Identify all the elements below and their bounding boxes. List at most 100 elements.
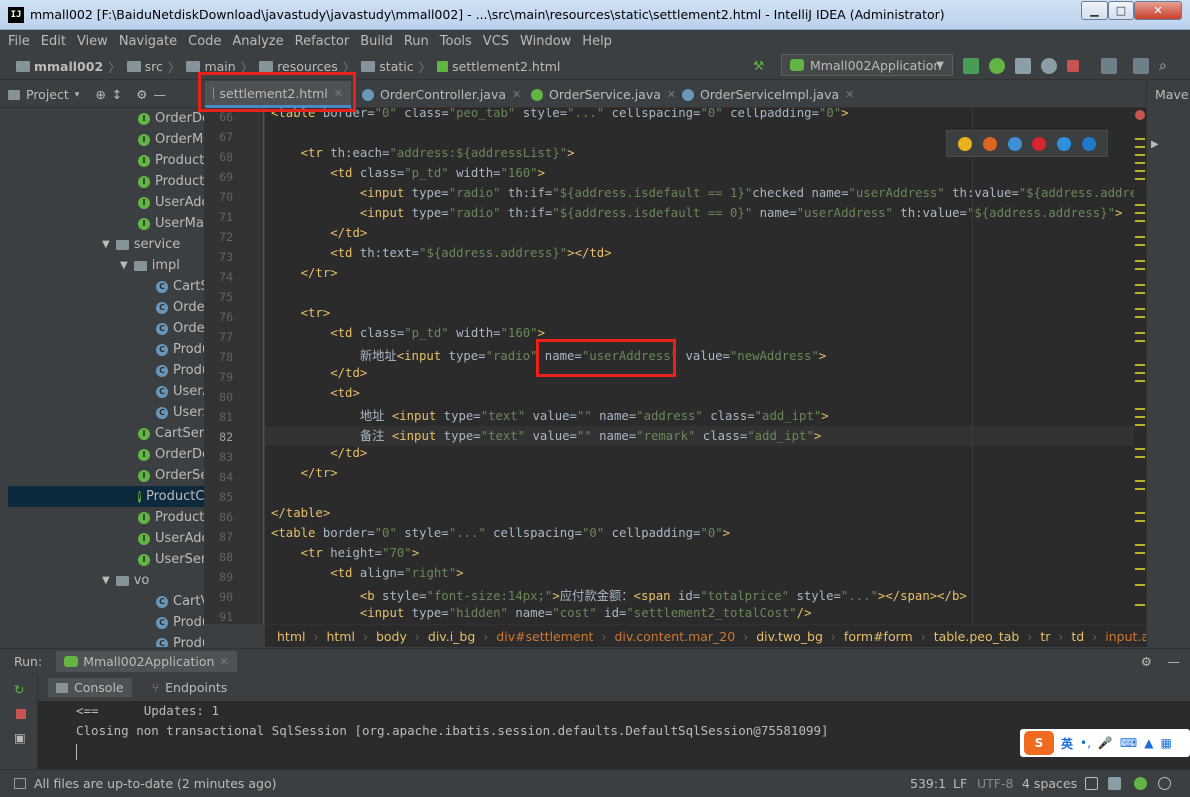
nav-crumb-project[interactable]: mmall002 〉	[16, 57, 121, 76]
profile-icon[interactable]	[1041, 58, 1057, 74]
code-line[interactable]: <td th:text="${address.address}"></td>	[271, 246, 611, 266]
code-line[interactable]: <input type="hidden" name="cost" id="set…	[271, 606, 812, 624]
git-status-icon[interactable]	[1134, 777, 1147, 790]
code-editor[interactable]: <table border="0" class="peo_tab" style=…	[265, 108, 1134, 624]
close-button[interactable]: ✕	[1134, 1, 1182, 20]
gear-icon[interactable]: ⚙	[136, 87, 147, 102]
menu-code[interactable]: Code	[188, 34, 221, 49]
stop-icon[interactable]	[16, 709, 26, 719]
code-line[interactable]: 地址 <input type="text" value="" name="add…	[271, 406, 829, 426]
warning-marker[interactable]	[1135, 364, 1145, 366]
warning-marker[interactable]	[1135, 220, 1145, 222]
code-crumb[interactable]: div.content.mar_20	[614, 629, 735, 644]
code-line[interactable]: <td>	[271, 386, 360, 406]
close-icon[interactable]: ✕	[512, 88, 521, 101]
tree-item[interactable]: ▼ vo	[102, 570, 149, 591]
warning-marker[interactable]	[1135, 162, 1145, 164]
code-line[interactable]: <input type="radio" th:if="${address.isd…	[271, 186, 1134, 206]
edge-icon[interactable]	[1081, 136, 1096, 151]
lock-icon[interactable]	[1085, 777, 1098, 790]
tab-console[interactable]: Console	[48, 678, 132, 697]
code-line[interactable]: <b style="font-size:14px;">应付款金额：<span i…	[271, 586, 967, 606]
menu-tools[interactable]: Tools	[440, 34, 472, 49]
menu-view[interactable]: View	[77, 34, 108, 49]
camera-icon[interactable]: ▣	[14, 730, 26, 745]
menu-window[interactable]: Window	[520, 34, 571, 49]
ie-icon[interactable]	[1056, 136, 1071, 151]
file-encoding[interactable]: UTF-8	[977, 776, 1013, 791]
warning-marker[interactable]	[1135, 308, 1145, 310]
warning-marker[interactable]	[1135, 244, 1145, 246]
warning-marker[interactable]	[1135, 480, 1145, 482]
warning-marker[interactable]	[1135, 146, 1145, 148]
punctuation-icon[interactable]: •,	[1080, 736, 1091, 750]
code-crumb[interactable]: td	[1071, 629, 1084, 644]
warning-marker[interactable]	[1135, 340, 1145, 342]
stop-icon[interactable]	[1067, 60, 1079, 72]
code-line[interactable]: <td align="right">	[271, 566, 463, 586]
skin-icon[interactable]: ▲	[1144, 736, 1153, 750]
code-line[interactable]: </tr>	[271, 266, 338, 286]
nav-crumb-static[interactable]: static 〉	[361, 57, 431, 76]
expand-triangle-icon[interactable]: ▶	[1151, 139, 1159, 150]
warning-marker[interactable]	[1135, 544, 1145, 546]
code-line[interactable]: </tr>	[271, 466, 338, 486]
tree-item[interactable]: ▼ impl	[120, 255, 180, 276]
code-line[interactable]: <input type="radio" th:if="${address.isd…	[271, 206, 1123, 226]
microphone-icon[interactable]: 🎤	[1098, 736, 1113, 750]
warning-marker[interactable]	[1135, 584, 1145, 586]
warning-marker[interactable]	[1135, 178, 1145, 180]
code-line[interactable]: </td>	[271, 446, 367, 466]
event-log-icon[interactable]	[1158, 777, 1171, 790]
warning-marker[interactable]	[1135, 520, 1145, 522]
minimize-button[interactable]: ▁	[1081, 1, 1108, 20]
tool-windows-icon[interactable]	[14, 778, 26, 789]
search-icon[interactable]: ⌕	[1159, 58, 1175, 74]
warning-marker[interactable]	[1135, 212, 1145, 214]
tab-ordercontroller-java[interactable]: OrderController.java ✕	[354, 81, 529, 108]
warning-marker[interactable]	[1135, 332, 1145, 334]
firefox-icon[interactable]	[982, 136, 997, 151]
code-crumb[interactable]: tr	[1040, 629, 1050, 644]
menu-refactor[interactable]: Refactor	[295, 34, 350, 49]
warning-marker[interactable]	[1135, 448, 1145, 450]
opera-icon[interactable]	[1032, 136, 1047, 151]
hide-icon[interactable]: —	[154, 87, 167, 102]
code-line[interactable]: <tr>	[271, 306, 331, 326]
nav-crumb-file[interactable]: settlement2.html	[437, 59, 560, 74]
code-crumb[interactable]: div.two_bg	[756, 629, 823, 644]
warning-marker[interactable]	[1135, 268, 1145, 270]
warning-marker[interactable]	[1135, 604, 1145, 606]
code-crumb[interactable]: table.peo_tab	[934, 629, 1020, 644]
code-line[interactable]: <table border="0" style="..." cellspacin…	[271, 526, 730, 546]
menu-run[interactable]: Run	[404, 34, 429, 49]
build-hammer-icon[interactable]: ⚒	[753, 58, 769, 74]
warning-marker[interactable]	[1135, 416, 1145, 418]
rerun-icon[interactable]: ↻	[14, 682, 24, 697]
warning-marker[interactable]	[1135, 552, 1145, 554]
warning-marker[interactable]	[1135, 380, 1145, 382]
menu-vcs[interactable]: VCS	[483, 34, 509, 49]
keyboard-icon[interactable]: ⌨	[1120, 736, 1137, 750]
terminal-icon[interactable]	[1133, 58, 1149, 74]
error-icon[interactable]	[1135, 110, 1145, 120]
ime-language[interactable]: 英	[1061, 735, 1073, 752]
nav-crumb-src[interactable]: src 〉	[126, 57, 180, 76]
caret-position[interactable]: 539:1	[910, 776, 946, 791]
warning-marker[interactable]	[1135, 488, 1145, 490]
grid-icon[interactable]: ▦	[1160, 736, 1171, 750]
menu-edit[interactable]: Edit	[41, 34, 66, 49]
menu-navigate[interactable]: Navigate	[119, 34, 177, 49]
expand-arrow-icon[interactable]: ▼	[120, 260, 128, 271]
code-line[interactable]: <td class="p_td" width="160">	[271, 326, 545, 346]
code-line[interactable]: <td class="p_td" width="160">	[271, 166, 545, 186]
rerun-icon[interactable]	[963, 58, 979, 74]
maven-tool-stripe[interactable]: Mave ▶	[1146, 81, 1190, 647]
project-structure-icon[interactable]	[1101, 58, 1117, 74]
warning-marker[interactable]	[1135, 316, 1145, 318]
code-crumb[interactable]: html	[277, 629, 305, 644]
code-crumb[interactable]: input.add_i	[1105, 629, 1146, 644]
warning-marker[interactable]	[1135, 512, 1145, 514]
error-stripe[interactable]	[1134, 108, 1146, 624]
maximize-button[interactable]: □	[1108, 1, 1134, 20]
